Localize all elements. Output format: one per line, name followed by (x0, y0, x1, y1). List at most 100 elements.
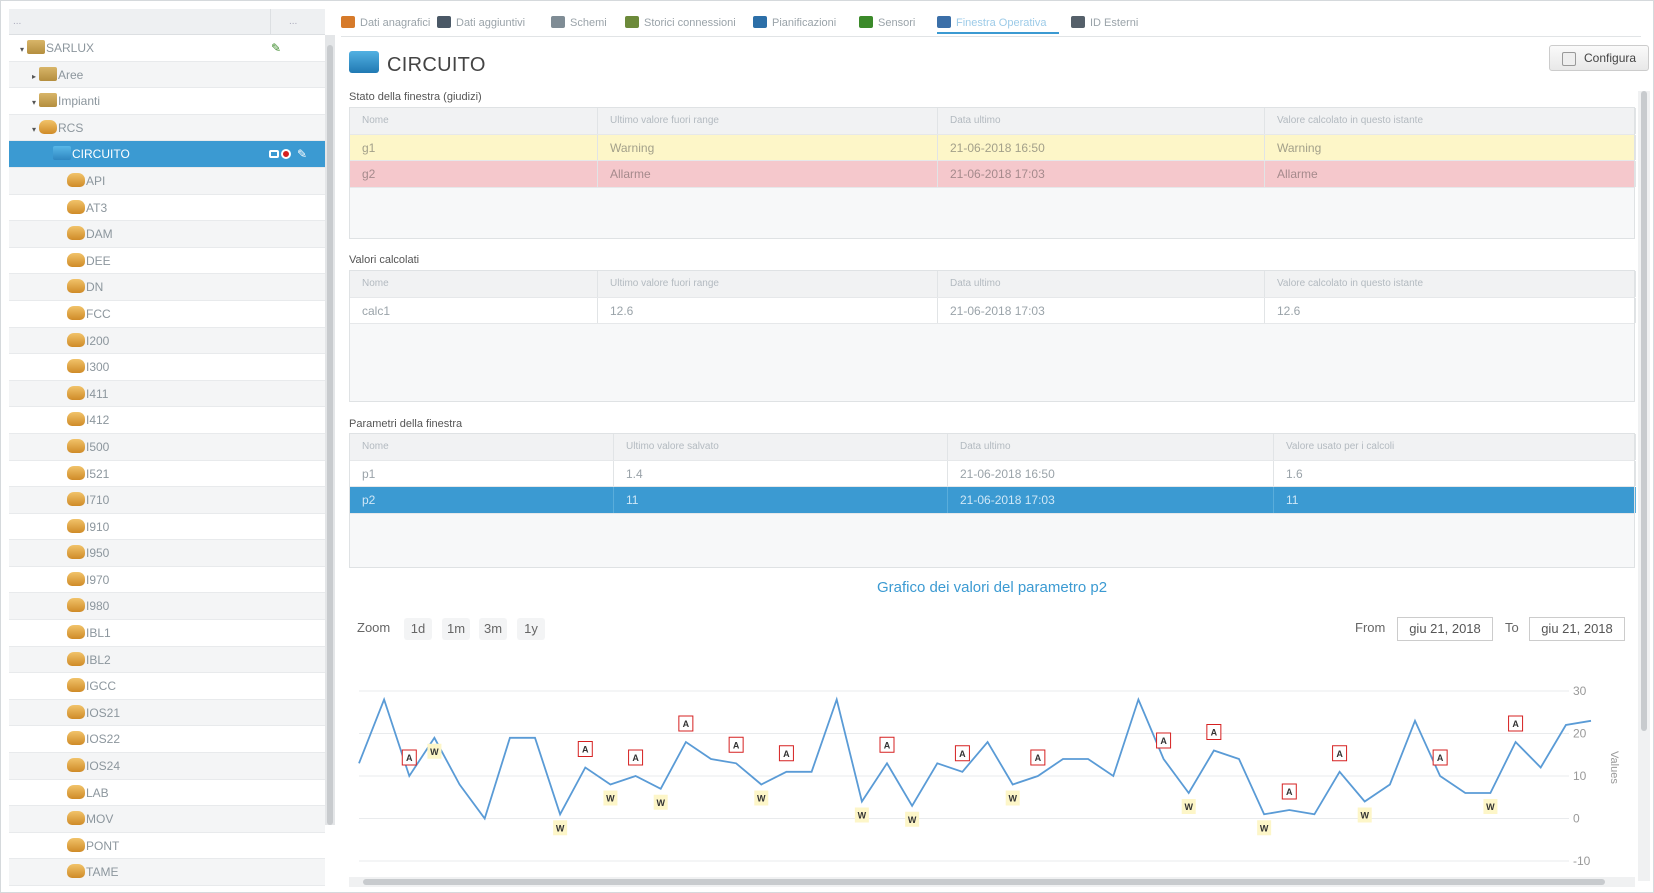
from-date-input[interactable]: giu 21, 2018 (1397, 617, 1493, 641)
tree-item-at3[interactable]: AT3 (9, 195, 325, 222)
column-header[interactable]: Nome (350, 271, 598, 297)
tree-item-dee[interactable]: DEE (9, 248, 325, 275)
zoom-1d-button[interactable]: 1d (404, 618, 432, 640)
tab-schemi[interactable]: Schemi (551, 14, 621, 34)
database-icon (67, 252, 85, 267)
database-icon (67, 678, 85, 693)
table-row[interactable]: p2 11 21-06-2018 17:03 11 (350, 487, 1636, 514)
column-header[interactable]: Ultimo valore salvato (614, 434, 948, 460)
table-row[interactable]: g1 Warning 21-06-2018 16:50 Warning (350, 134, 1636, 161)
flag-label: A (582, 745, 589, 755)
tree-item-label: TAME (86, 865, 119, 880)
expand-arrow-icon[interactable]: ▾ (17, 37, 27, 63)
edit-icon[interactable]: ✎ (297, 147, 311, 161)
tree-item-fcc[interactable]: FCC (9, 301, 325, 328)
tab-finestra-operativa[interactable]: Finestra Operativa (937, 14, 1059, 34)
column-header[interactable]: Data ultimo (938, 108, 1265, 134)
app-window: ... ... ▾ SARLUX ✎ ▸ Aree ▾ Impianti ▾ RCS CIRCUI… (0, 0, 1654, 893)
tree-item-tame[interactable]: TAME (9, 859, 325, 886)
zoom-1m-button[interactable]: 1m (442, 618, 470, 640)
table-cell: calc1 (350, 297, 598, 323)
zoom-3m-button[interactable]: 3m (479, 618, 507, 640)
tree-item-ios22[interactable]: IOS22 (9, 726, 325, 754)
tree-item-dn[interactable]: DN (9, 274, 325, 301)
sidebar-header-actions[interactable]: ... (271, 9, 325, 35)
tree-item-i500[interactable]: I500 (9, 433, 325, 461)
tree-item-ibl1[interactable]: IBL1 (9, 620, 325, 647)
tree-item-label: CIRCUITO (72, 147, 130, 162)
tree-item-mov[interactable]: MOV (9, 806, 325, 833)
flag-label: W (430, 747, 439, 757)
column-header[interactable]: Ultimo valore fuori range (598, 108, 938, 134)
tree-item-dam[interactable]: DAM (9, 221, 325, 248)
main-scrollbar[interactable] (1638, 91, 1650, 881)
tree-item-i521[interactable]: I521 (9, 461, 325, 488)
table-row[interactable]: g2 Allarme 21-06-2018 17:03 Allarme (350, 161, 1636, 188)
tree-item-i710[interactable]: I710 (9, 487, 325, 514)
configura-button[interactable]: Configura (1549, 45, 1649, 71)
tree-item-ios21[interactable]: IOS21 (9, 699, 325, 727)
tree-item-pont[interactable]: PONT (9, 833, 325, 860)
table-row[interactable]: calc1 12.6 21-06-2018 17:03 12.6 (350, 297, 1636, 324)
tree-item-i950[interactable]: I950 (9, 540, 325, 567)
tree-item-lab[interactable]: LAB (9, 780, 325, 807)
column-header[interactable]: Valore calcolato in questo istante (1265, 108, 1636, 134)
table-row[interactable]: p1 1.4 21-06-2018 16:50 1.6 (350, 460, 1636, 487)
tree-item-ios24[interactable]: IOS24 (9, 753, 325, 780)
tree-item-i300[interactable]: I300 (9, 354, 325, 381)
tree-item-i910[interactable]: I910 (9, 514, 325, 541)
tab-storici-connessioni[interactable]: Storici connessioni (625, 14, 749, 34)
column-header[interactable]: Data ultimo (948, 434, 1274, 460)
tab-pianificazioni[interactable]: Pianificazioni (753, 14, 853, 34)
to-date-input[interactable]: giu 21, 2018 (1529, 617, 1625, 641)
tab-label: Dati anagrafici (360, 17, 431, 29)
expand-arrow-icon[interactable]: ▾ (29, 117, 39, 143)
tree-item-ibl2[interactable]: IBL2 (9, 646, 325, 674)
table-cell: 11 (614, 487, 948, 513)
tree-item-circuito[interactable]: CIRCUITO ✎ (9, 141, 325, 168)
flag-label: W (656, 798, 665, 808)
zoom-1y-button[interactable]: 1y (517, 618, 545, 640)
column-header[interactable]: Nome (350, 108, 598, 134)
tree-item-igcc[interactable]: IGCC (9, 673, 325, 700)
tree-item-api[interactable]: API (9, 167, 325, 195)
column-header[interactable]: Data ultimo (938, 271, 1265, 297)
tree-item-label: IBL1 (86, 626, 111, 641)
collapse-arrow-icon[interactable]: ▸ (29, 64, 39, 90)
folder-icon (349, 51, 379, 73)
database-icon (67, 571, 85, 586)
sidebar-scrollbar[interactable] (325, 35, 335, 825)
tree-item-aree[interactable]: ▸ Aree (9, 61, 325, 90)
tab-dati-aggiuntivi[interactable]: Dati aggiuntivi (437, 14, 547, 34)
table-cell: p2 (350, 487, 614, 513)
column-header[interactable]: Nome (350, 434, 614, 460)
chart-navigator-scrollbar[interactable] (349, 877, 1635, 887)
tab-id-esterni[interactable]: ID Esterni (1071, 14, 1159, 34)
y-tick-label: 20 (1573, 727, 1587, 741)
tab-sensori[interactable]: Sensori (859, 14, 933, 34)
tree-item-i980[interactable]: I980 (9, 593, 325, 621)
tree-item-label: I412 (86, 413, 110, 428)
table-cell: 21-06-2018 16:50 (948, 460, 1274, 486)
edit-icon[interactable]: ✎ (271, 41, 285, 55)
tree-item-i200[interactable]: I200 (9, 327, 325, 355)
tree-item-i970[interactable]: I970 (9, 567, 325, 594)
sidebar-header-name[interactable]: ... (9, 9, 271, 35)
from-label: From (1355, 620, 1386, 635)
tree-item-impianti[interactable]: ▾ Impianti (9, 88, 325, 115)
expand-arrow-icon[interactable]: ▾ (29, 90, 39, 116)
tree-item-label: SARLUX (46, 41, 95, 55)
table-cell: 12.6 (1265, 297, 1636, 323)
tab-dati-anagrafici[interactable]: Dati anagrafici (341, 14, 433, 34)
column-header[interactable]: Ultimo valore fuori range (598, 271, 938, 297)
column-header[interactable]: Valore calcolato in questo istante (1265, 271, 1636, 297)
tree-item-rcs[interactable]: ▾ RCS (9, 114, 325, 143)
tree-item-label: PONT (86, 838, 120, 853)
tree-item-i411[interactable]: I411 (9, 380, 325, 408)
database-icon (67, 492, 85, 507)
column-header[interactable]: Valore usato per i calcoli (1274, 434, 1636, 460)
database-icon (67, 625, 85, 640)
tree-item-i412[interactable]: I412 (9, 407, 325, 434)
tree-item-label: I970 (86, 572, 110, 587)
tree-item-sarlux[interactable]: ▾ SARLUX ✎ (9, 35, 325, 62)
